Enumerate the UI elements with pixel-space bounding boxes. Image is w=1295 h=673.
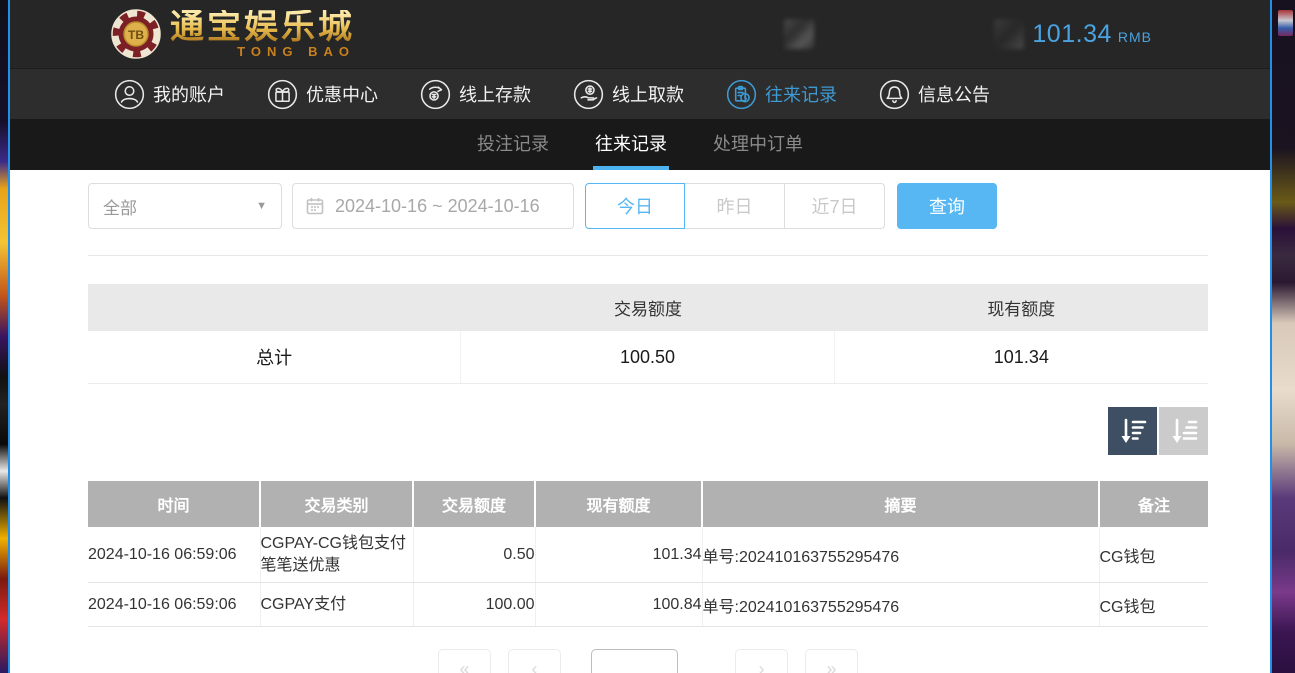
tab-betting-records[interactable]: 投注记录	[475, 119, 551, 170]
sort-descending-icon	[1118, 417, 1148, 445]
summary-current-amount: 101.34	[835, 331, 1208, 383]
pagination-next-button[interactable]: ›	[735, 649, 788, 673]
sort-descending-button[interactable]	[1108, 407, 1157, 455]
sort-ascending-button[interactable]	[1159, 407, 1208, 455]
summary-total-row: 总计 100.50 101.34	[88, 331, 1208, 384]
pagination-prev-button[interactable]: ‹	[508, 649, 561, 673]
date-range-picker[interactable]: 2024-10-16 ~ 2024-10-16	[292, 183, 574, 229]
nav-item-announcements[interactable]: 信息公告	[879, 79, 990, 110]
section-divider	[88, 255, 1208, 256]
poker-chip-icon: TB	[110, 8, 162, 60]
blurred-avatar	[784, 19, 814, 49]
nav-item-transaction-records[interactable]: 往来记录	[726, 79, 837, 110]
nav-label: 我的账户	[153, 81, 225, 107]
tab-transaction-records[interactable]: 往来记录	[593, 119, 669, 170]
chevron-down-icon: ▼	[256, 200, 267, 212]
nav-item-withdraw[interactable]: 线上取款	[573, 79, 684, 110]
cell-transaction-amount: 100.00	[413, 583, 535, 627]
cell-time: 2024-10-16 06:59:06	[88, 583, 260, 627]
summary-header-empty	[88, 284, 461, 331]
balance-currency: RMB	[1118, 29, 1152, 45]
nav-label: 线上取款	[612, 81, 684, 107]
records-table: 时间 交易类别 交易额度 现有额度 摘要 备注 2024-10-16 06:59…	[88, 481, 1208, 627]
pagination-last-button[interactable]: »	[805, 649, 858, 673]
background-artwork-right	[1272, 0, 1295, 673]
user-icon	[114, 79, 145, 110]
cell-note: CG钱包	[1099, 583, 1208, 627]
header-time: 时间	[88, 481, 260, 527]
tab-pending-orders[interactable]: 处理中订单	[711, 119, 805, 170]
user-box: 101.34 RMB	[784, 0, 1152, 68]
top-bar: TB 通宝娱乐城 TONG BAO 101.34 RMB	[10, 0, 1270, 68]
search-button[interactable]: 查询	[897, 183, 997, 229]
transaction-type-select[interactable]: 全部 ▼	[88, 183, 282, 229]
table-row: 2024-10-16 06:59:06 CGPAY支付 100.00 100.8…	[88, 583, 1208, 627]
withdraw-icon	[573, 79, 604, 110]
header-current-amount: 现有额度	[535, 481, 702, 527]
today-button[interactable]: 今日	[585, 183, 685, 229]
summary-total-label: 总计	[88, 331, 461, 383]
summary-header-row: 交易额度 现有额度	[88, 284, 1208, 331]
blurred-username	[824, 24, 936, 44]
table-row: 2024-10-16 06:59:06 CGPAY-CG钱包支付笔笔送优惠 0.…	[88, 527, 1208, 583]
summary-header-current-amount: 现有额度	[835, 284, 1208, 331]
balance-display: 101.34 RMB	[1032, 20, 1152, 49]
nav-label: 往来记录	[765, 81, 837, 107]
sort-ascending-icon	[1169, 417, 1199, 445]
filter-bar: 全部 ▼ 2024-10-16 ~ 2024-10-16 今日 昨日	[88, 183, 1208, 229]
header-summary: 摘要	[702, 481, 1099, 527]
balance-amount: 101.34	[1032, 20, 1111, 49]
gift-icon	[267, 79, 298, 110]
bell-icon	[879, 79, 910, 110]
logo-subtitle: TONG BAO	[170, 45, 355, 58]
cell-summary: 单号:202410163755295476	[702, 583, 1099, 627]
quick-date-group: 今日 昨日 近7日	[585, 183, 885, 229]
cell-transaction-type: CGPAY-CG钱包支付笔笔送优惠	[260, 527, 413, 583]
date-range-value: 2024-10-16 ~ 2024-10-16	[335, 196, 540, 217]
cell-transaction-type: CGPAY支付	[260, 583, 413, 627]
main-navigation: 我的账户 优惠中心 线上存款	[10, 68, 1270, 119]
last7days-button[interactable]: 近7日	[785, 183, 885, 229]
calendar-icon	[305, 196, 325, 216]
pagination-first-button[interactable]: «	[438, 649, 491, 673]
nav-label: 优惠中心	[306, 81, 378, 107]
cell-current-amount: 100.84	[535, 583, 702, 627]
site-logo[interactable]: TB 通宝娱乐城 TONG BAO	[110, 8, 355, 60]
blurred-wallet-icon	[994, 19, 1024, 49]
cell-time: 2024-10-16 06:59:06	[88, 527, 260, 583]
content-area: 全部 ▼ 2024-10-16 ~ 2024-10-16 今日 昨日	[10, 183, 1270, 673]
page-container: TB 通宝娱乐城 TONG BAO 101.34 RMB 我的账户	[8, 0, 1272, 673]
header-transaction-type: 交易类别	[260, 481, 413, 527]
svg-text:TB: TB	[128, 28, 144, 42]
yesterday-button[interactable]: 昨日	[685, 183, 785, 229]
logo-title: 通宝娱乐城	[170, 10, 355, 44]
header-note: 备注	[1099, 481, 1208, 527]
nav-label: 信息公告	[918, 81, 990, 107]
nav-label: 线上存款	[459, 81, 531, 107]
pagination: « ‹ › »	[88, 649, 1208, 673]
nav-item-my-account[interactable]: 我的账户	[114, 79, 225, 110]
cell-current-amount: 101.34	[535, 527, 702, 583]
floating-widget-edge	[1278, 10, 1293, 36]
transaction-type-value: 全部	[103, 194, 137, 219]
summary-header-transaction-amount: 交易额度	[461, 284, 834, 331]
sort-controls	[88, 407, 1208, 455]
summary-table: 交易额度 现有额度 总计 100.50 101.34	[88, 284, 1208, 384]
cell-summary: 单号:202410163755295476	[702, 527, 1099, 583]
cell-transaction-amount: 0.50	[413, 527, 535, 583]
records-header-row: 时间 交易类别 交易额度 现有额度 摘要 备注	[88, 481, 1208, 527]
deposit-icon	[420, 79, 451, 110]
summary-transaction-amount: 100.50	[461, 331, 834, 383]
cell-note: CG钱包	[1099, 527, 1208, 583]
background-artwork-left	[0, 0, 8, 673]
header-transaction-amount: 交易额度	[413, 481, 535, 527]
records-icon	[726, 79, 757, 110]
nav-item-promotions[interactable]: 优惠中心	[267, 79, 378, 110]
pagination-page-input[interactable]	[591, 649, 678, 673]
nav-item-deposit[interactable]: 线上存款	[420, 79, 531, 110]
record-tabs: 投注记录 往来记录 处理中订单	[10, 119, 1270, 170]
